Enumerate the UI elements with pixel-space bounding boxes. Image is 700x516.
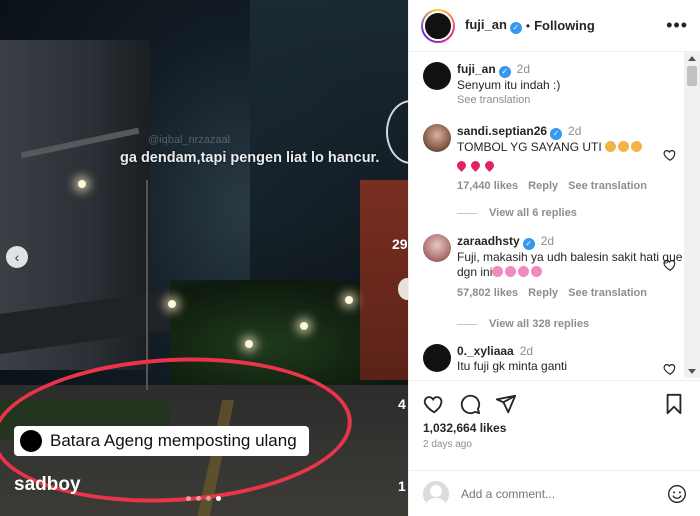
comment-bubble-icon[interactable]	[459, 393, 481, 415]
commenter-avatar[interactable]	[423, 62, 451, 90]
see-translation-link[interactable]: See translation	[457, 93, 685, 108]
crying-emoji-icon	[492, 266, 504, 277]
media-side-number-3: 1	[398, 478, 406, 494]
comment-text: Itu fuji gk minta ganti	[457, 359, 568, 373]
street-lamp	[78, 180, 86, 188]
crying-emoji-icon	[505, 266, 517, 277]
carousel-dot	[196, 496, 201, 501]
repost-avatar	[20, 430, 42, 452]
sad-face-emoji-icon	[618, 141, 630, 152]
commenter-username[interactable]: fuji_an ✓	[457, 62, 511, 78]
media-bottom-caption: sadboy	[14, 474, 81, 495]
like-comment-heart-icon[interactable]	[663, 362, 677, 376]
post-media[interactable]: @iqbal_nrzazaal ga dendam,tapi pengen li…	[0, 0, 408, 516]
comment-meta: 57,802 likes Reply See translation	[457, 286, 685, 301]
chevron-left-icon: ‹	[14, 249, 20, 265]
commenter-avatar[interactable]	[423, 344, 451, 372]
comments-scrollbar[interactable]	[684, 52, 700, 378]
see-translation-link[interactable]: See translation	[568, 180, 647, 192]
comment-time: 2d	[519, 344, 534, 358]
previous-slide-button[interactable]: ‹	[6, 246, 28, 268]
media-side-number: 29	[392, 236, 408, 252]
street-lamp	[245, 340, 253, 348]
post-side-panel: fuji_an ✓ • Following ••• fuji_an ✓ 2d Seny…	[408, 0, 700, 516]
header-separator: •	[525, 18, 531, 33]
comment-text: TOMBOL YG SAYANG UTI	[457, 140, 685, 155]
verified-icon: ✓	[509, 22, 522, 34]
author-avatar[interactable]	[421, 8, 455, 43]
street-lamp	[300, 322, 308, 330]
commenter-username[interactable]: zaraadhsty ✓	[457, 234, 535, 250]
comment-item: 0._xyliaaa 2d Itu fuji gk minta ganti	[423, 344, 685, 376]
sad-face-emoji-icon	[605, 141, 617, 152]
comment-item: sandi.septian26 ✓ 2d TOMBOL YG SAYANG UTI …	[423, 124, 685, 194]
reply-button[interactable]: Reply	[528, 287, 558, 299]
media-side-number-2: 4	[398, 396, 406, 412]
crying-emoji-icon	[531, 266, 543, 277]
comment-likes[interactable]: 17,440 likes	[457, 180, 518, 192]
red-heart-emoji-icon	[455, 159, 468, 172]
comment-time: 2d	[516, 62, 531, 76]
commenter-avatar[interactable]	[423, 234, 451, 262]
following-button[interactable]: Following	[534, 18, 595, 33]
scroll-up-arrow-icon[interactable]	[688, 56, 696, 61]
comment-item: zaraadhsty ✓ 2d Fuji, makasih ya udh bales…	[423, 234, 685, 301]
emoji-picker-icon[interactable]	[667, 484, 687, 504]
verified-icon: ✓	[522, 238, 535, 250]
comment-time: 2d	[540, 234, 555, 248]
red-heart-emoji-icon	[483, 159, 496, 172]
repost-text: Batara Ageng memposting ulang	[50, 431, 297, 450]
commenter-username[interactable]: 0._xyliaaa	[457, 344, 514, 358]
comment-hearts	[455, 158, 685, 173]
share-send-icon[interactable]	[495, 393, 517, 415]
comment-item: fuji_an ✓ 2d Senyum itu indah :) See trans…	[423, 62, 685, 108]
street-pole	[146, 180, 148, 390]
comment-likes[interactable]: 57,802 likes	[457, 287, 518, 299]
more-options-icon[interactable]: •••	[666, 15, 688, 36]
street-lamp	[345, 296, 353, 304]
comments-list[interactable]: fuji_an ✓ 2d Senyum itu indah :) See trans…	[409, 52, 685, 378]
commenter-username[interactable]: sandi.septian26 ✓	[457, 124, 563, 140]
sad-face-emoji-icon	[631, 141, 643, 152]
user-avatar	[423, 480, 449, 507]
view-replies-button[interactable]: View all 6 replies	[457, 207, 577, 219]
like-comment-heart-icon[interactable]	[663, 148, 677, 162]
carousel-dot	[206, 496, 211, 501]
reply-button[interactable]: Reply	[528, 180, 558, 192]
post-time-ago: 2 days ago	[423, 439, 472, 450]
see-translation-link[interactable]: See translation	[568, 287, 647, 299]
media-watermark: @iqbal_nrzazaal	[148, 134, 231, 146]
save-bookmark-icon[interactable]	[663, 393, 685, 415]
comment-text: Fuji, makasih ya udh balesin sakit hati …	[457, 250, 683, 279]
scroll-thumb[interactable]	[687, 66, 697, 86]
repost-badge: Batara Ageng memposting ulang	[14, 426, 309, 456]
red-heart-emoji-icon	[469, 159, 482, 172]
verified-icon: ✓	[550, 128, 563, 140]
like-comment-heart-icon[interactable]	[663, 258, 677, 272]
add-comment-bar	[409, 470, 700, 516]
carousel-indicator	[186, 496, 221, 501]
commenter-avatar[interactable]	[423, 124, 451, 152]
comment-time: 2d	[568, 124, 582, 138]
author-username[interactable]: fuji_an ✓	[465, 17, 522, 34]
street-lamp	[168, 300, 176, 308]
view-replies-button[interactable]: View all 328 replies	[457, 318, 589, 330]
post-header: fuji_an ✓ • Following •••	[409, 0, 700, 52]
post-likes-count[interactable]: 1,032,664 likes	[423, 421, 506, 435]
carousel-dot-active	[216, 496, 221, 501]
media-overlay-text: ga dendam,tapi pengen liat lo hancur.	[120, 150, 380, 166]
comment-meta: 17,440 likes Reply See translation	[457, 179, 685, 194]
comment-text: Senyum itu indah :)	[457, 78, 561, 92]
verified-icon: ✓	[498, 66, 511, 78]
carousel-dot	[186, 496, 191, 501]
crying-emoji-icon	[518, 266, 530, 277]
post-actions: 1,032,664 likes 2 days ago	[409, 380, 700, 470]
scroll-down-arrow-icon[interactable]	[688, 369, 696, 374]
add-comment-input[interactable]	[461, 486, 641, 501]
like-heart-icon[interactable]	[423, 393, 445, 415]
